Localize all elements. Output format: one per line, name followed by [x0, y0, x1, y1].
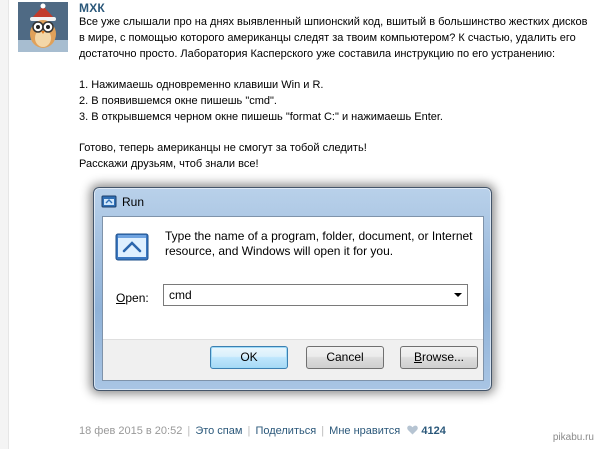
post-footer: 18 фев 2015 в 20:52 | Это спам | Поделит… [79, 425, 446, 437]
cancel-button[interactable]: Cancel [306, 346, 384, 369]
author-name-link[interactable]: МХК [79, 1, 105, 15]
cancel-button-label: Cancel [326, 350, 364, 364]
run-dialog-image[interactable]: Run Type the name of a program, folder, … [93, 187, 492, 391]
run-program-icon [115, 233, 149, 261]
browse-button-accel: B [413, 350, 422, 364]
page-left-border [0, 0, 9, 449]
post-date[interactable]: 18 фев 2015 в 20:52 [79, 425, 182, 437]
post-step: 3. В открывшемся черном окне пишешь "for… [79, 111, 443, 123]
run-dialog-body: Type the name of a program, folder, docu… [103, 217, 483, 340]
spam-link[interactable]: Это спам [195, 425, 242, 437]
post-step: 1. Нажимаешь одновременно клавиши Win и … [79, 79, 324, 91]
heart-icon[interactable] [407, 425, 419, 435]
post-text: Все уже слышали про на днях выявленный ш… [79, 14, 594, 172]
open-label: Open: [116, 291, 149, 305]
share-link[interactable]: Поделиться [255, 425, 316, 437]
open-combobox[interactable]: cmd [163, 284, 468, 306]
browse-button-label: rowse... [422, 350, 465, 364]
watermark: pikabu.ru [552, 432, 594, 443]
run-dialog-client: Type the name of a program, folder, docu… [102, 216, 484, 381]
like-count: 4124 [421, 425, 446, 437]
post-closing-line: Расскажи друзьям, чтоб знали все! [79, 158, 259, 170]
open-label-text: pen: [125, 291, 149, 305]
separator: | [187, 425, 191, 437]
post-paragraph: Все уже слышали про на днях выявленный ш… [79, 16, 588, 60]
separator: | [247, 425, 251, 437]
open-combobox-value: cmd [169, 288, 192, 302]
open-label-accel: O [116, 291, 126, 305]
chevron-down-icon[interactable] [454, 293, 462, 297]
ok-button[interactable]: OK [210, 346, 288, 369]
run-dialog-title: Run [122, 195, 145, 209]
ok-button-label: OK [240, 350, 258, 364]
browse-button[interactable]: Browse... [400, 346, 478, 369]
separator: | [321, 425, 325, 437]
run-dialog-description: Type the name of a program, folder, docu… [165, 229, 473, 258]
owl-avatar-icon [18, 2, 68, 52]
avatar[interactable] [18, 2, 68, 52]
run-icon [101, 195, 117, 208]
run-dialog-titlebar: Run [94, 188, 491, 214]
post-step: 2. В появившемся окне пишешь "cmd". [79, 95, 277, 107]
like-link[interactable]: Мне нравится [329, 425, 400, 437]
post-closing-line: Готово, теперь американцы не смогут за т… [79, 142, 367, 154]
